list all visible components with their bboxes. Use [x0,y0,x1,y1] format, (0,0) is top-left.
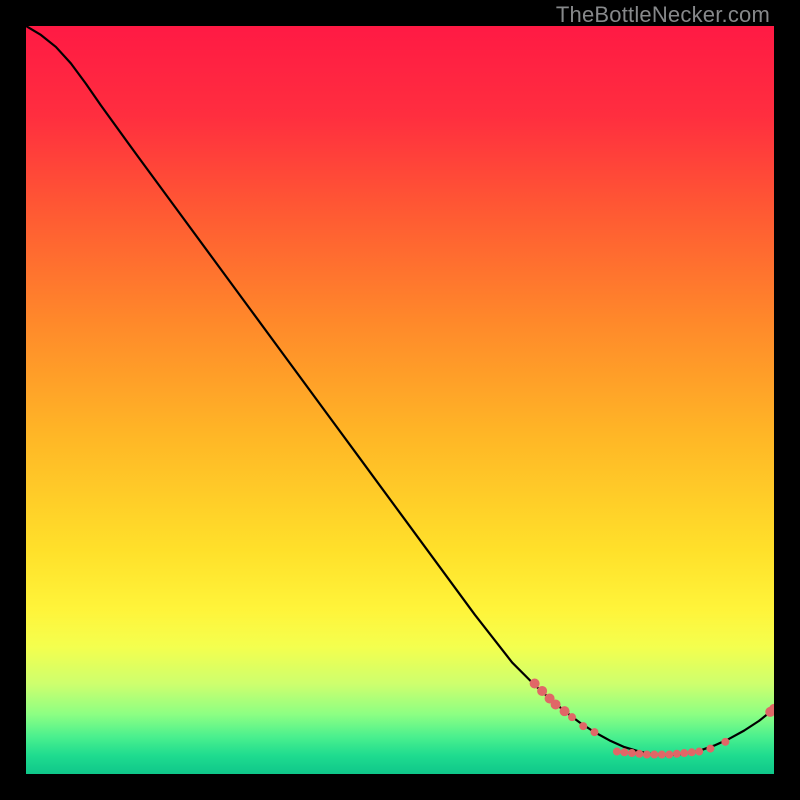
data-marker [628,749,636,757]
bottleneck-plot [26,26,774,774]
data-marker [568,713,576,721]
data-marker [721,738,729,746]
chart-frame [26,26,774,774]
data-marker [650,751,658,759]
data-marker [560,706,570,716]
data-marker [537,686,547,696]
data-marker [658,751,666,759]
data-marker [695,748,703,756]
gradient-background [26,26,774,774]
data-marker [620,748,628,756]
data-marker [680,749,688,757]
data-marker [579,722,587,730]
data-marker [706,745,714,753]
data-marker [590,728,598,736]
data-marker [551,699,561,709]
data-marker [635,750,643,758]
data-marker [688,748,696,756]
data-marker [665,751,673,759]
data-marker [673,750,681,758]
data-marker [613,748,621,756]
watermark-text: TheBottleNecker.com [556,2,770,28]
data-marker [530,678,540,688]
data-marker [643,751,651,759]
